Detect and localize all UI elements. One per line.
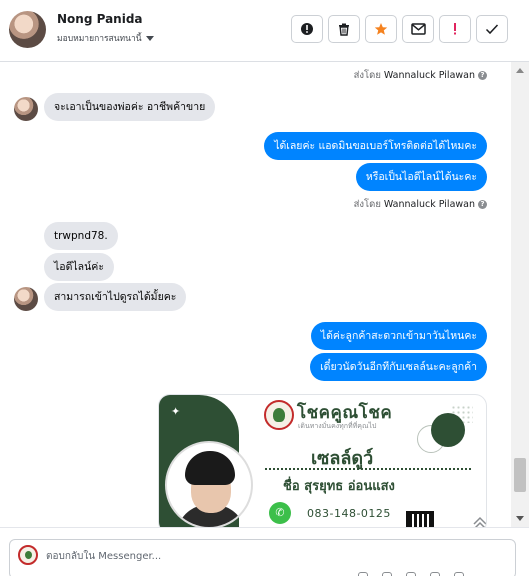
outgoing-message[interactable]: หรือเป็นไอดีไลน์ได้นะคะ [355,163,487,191]
contact-name[interactable]: Nong Panida [57,12,143,26]
decorative-circle [431,413,465,447]
scroll-down-arrow-icon[interactable] [516,516,524,521]
message-thread: ส่งโดย Wannaluck Pilawan ? จะเอาเป็นของพ… [0,62,511,527]
mark-unread-button[interactable] [402,15,434,43]
mark-done-button[interactable] [476,15,508,43]
outgoing-message[interactable]: ได้ค่ะลูกค้าสะดวกเข้ามาวันไหนคะ [310,322,487,350]
contact-avatar[interactable] [9,11,46,48]
sent-by-name: Wannaluck Pilawan [383,70,475,81]
outgoing-message[interactable]: ได้เลยค่ะ แอดมินขอเบอร์โทรติดต่อได้ไหมคะ [264,132,487,160]
star-button[interactable] [365,15,397,43]
trash-icon [339,23,349,36]
card-brand-tagline: เดินทางมั่นคงทุกที่ที่คุณไป [298,422,377,430]
follow-up-button[interactable] [439,15,471,43]
card-divider [265,468,471,470]
page-avatar-icon [18,545,38,565]
card-seller-name: ชื่อ สุรยุทธ อ่อนแสง [283,479,395,494]
caret-down-icon [145,35,154,41]
card-phone: 083-148-0125 [307,507,391,520]
conversation-toolbar [291,15,508,43]
messenger-inbox-thread: Nong Panida มอบหมายการสนทนานี้ ส่งโดย Wa… [0,0,529,576]
sent-by-label: ส่งโดย Wannaluck Pilawan ? [354,68,487,83]
sent-by-prefix: ส่งโดย [353,199,381,210]
sent-by-name: Wannaluck Pilawan [383,199,475,210]
delete-button[interactable] [328,15,360,43]
phone-icon: ✆ [269,502,291,524]
composer-area: ตอบกลับใน Messenger... [0,527,529,576]
assign-conversation-dropdown[interactable]: มอบหมายการสนทนานี้ [57,31,154,45]
seller-photo [165,441,253,527]
composer-tool-icon[interactable] [454,572,464,576]
incoming-message[interactable]: trwpnd78. [44,222,118,250]
incoming-message[interactable]: สามารถเข้าไปดูรถได้มั้ยคะ [44,283,187,311]
exclamation-icon [454,23,456,35]
assign-label: มอบหมายการสนทนานี้ [57,34,142,44]
sent-by-label: ส่งโดย Wannaluck Pilawan ? [354,197,487,212]
contact-avatar-small[interactable] [14,97,38,121]
outgoing-message[interactable]: เดี๋ยวนัดวันอีกทีกับเซลล์นะคะลูกค้า [310,353,487,381]
company-logo-icon [264,400,294,430]
composer-tool-icon[interactable] [382,572,392,576]
composer-tool-icon[interactable] [430,572,440,576]
mark-spam-button[interactable] [291,15,323,43]
check-icon [485,24,499,35]
star-icon [374,23,388,35]
contact-avatar-small[interactable] [14,287,38,311]
sent-by-prefix: ส่งโดย [353,70,381,81]
incoming-message[interactable]: ไอดีไลน์ค่ะ [44,253,114,281]
alert-circle-icon [301,23,313,35]
scrollbar-thumb[interactable] [514,458,526,492]
thread-scrollbar[interactable] [511,62,529,527]
reply-composer[interactable]: ตอบกลับใน Messenger... [9,539,516,576]
envelope-icon [410,23,426,35]
reply-input-placeholder[interactable]: ตอบกลับใน Messenger... [46,549,161,564]
chevron-up-icon[interactable] [472,515,487,527]
question-icon[interactable]: ? [478,200,487,209]
question-icon[interactable]: ? [478,71,487,80]
incoming-message[interactable]: จะเอาเป็นของพ่อค่ะ อาชีพค้าขาย [44,93,216,121]
composer-tool-icon[interactable] [406,572,416,576]
composer-tool-icon[interactable] [358,572,368,576]
sparkle-icon: ✦ [171,405,181,418]
conversation-header: Nong Panida มอบหมายการสนทนานี้ [0,0,529,62]
scroll-up-arrow-icon[interactable] [516,68,524,73]
composer-toolbar [358,572,508,576]
qr-code-icon [406,511,434,527]
attached-image-business-card[interactable]: ✦ โชคคูณโชค เดินทางมั่นคงทุกที่ที่คุณไป … [158,394,487,527]
